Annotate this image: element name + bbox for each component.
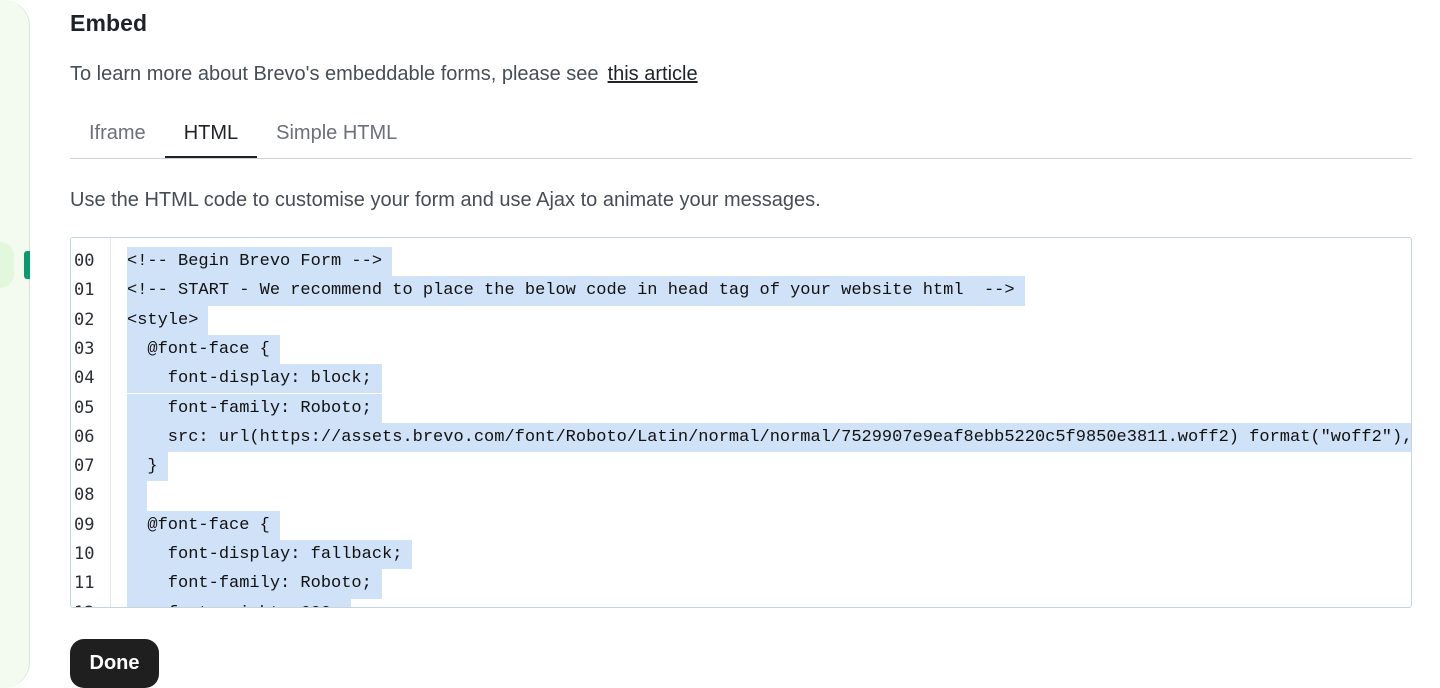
intro-text-row: To learn more about Brevo's embeddable f… — [70, 63, 698, 86]
line-number: 10 — [74, 544, 95, 564]
code-line-text: src: url(https://assets.brevo.com/font/R… — [127, 422, 1411, 453]
line-number: 07 — [74, 456, 95, 477]
line-number: 03 — [74, 338, 95, 359]
line-number: 00 — [74, 251, 95, 271]
code-line-text: font-display: fallback; — [127, 540, 413, 570]
code-line-text: <!-- Begin Brevo Form --> — [127, 247, 393, 277]
code-line: font-display: block; — [127, 364, 382, 394]
tab-html[interactable]: HTML — [164, 112, 258, 158]
line-number: 01 — [74, 280, 95, 301]
code-line: src: url(https://assets.brevo.com/font/R… — [127, 422, 1411, 453]
line-number: 12 — [74, 599, 94, 607]
done-button[interactable]: Done — [70, 639, 159, 688]
code-line: font-weight: 600; — [127, 598, 352, 607]
this-article-link[interactable]: this article — [608, 63, 698, 85]
code-line-text — [127, 481, 148, 511]
embed-tabs: Iframe HTML Simple HTML — [70, 112, 1412, 159]
code-line: @font-face { — [127, 510, 280, 540]
sidebar-edge — [0, 0, 30, 688]
tab-simple-html[interactable]: Simple HTML — [257, 112, 416, 158]
code-line-text: font-family: Roboto; — [127, 569, 382, 599]
line-number: 08 — [74, 485, 95, 506]
code-line: @font-face { — [127, 334, 280, 365]
code-line-text: } — [127, 452, 168, 482]
code-line-text: @font-face { — [127, 334, 280, 365]
line-number: 04 — [74, 368, 95, 389]
line-number: 05 — [74, 397, 95, 418]
code-line: font-family: Roboto; — [127, 393, 382, 423]
code-line-text: <!-- START - We recommend to place the b… — [127, 276, 1025, 306]
code-line: <!-- START - We recommend to place the b… — [127, 276, 1025, 306]
code-line: <style> — [127, 305, 209, 335]
line-number: 11 — [74, 573, 95, 594]
code-line: font-display: fallback; — [127, 540, 413, 570]
code-line: font-family: Roboto; — [127, 569, 382, 599]
code-editor[interactable]: 00 01 02 03 04 05 06 07 08 09 10 11 12 <!-- Begin Br… — [70, 237, 1412, 608]
code-line-text: @font-face { — [127, 510, 280, 540]
intro-text: To learn more about Brevo's embeddable f… — [70, 63, 599, 85]
code-line — [127, 481, 148, 511]
code-line-text: <style> — [127, 305, 209, 335]
code-line-text: font-family: Roboto; — [127, 393, 382, 423]
line-number: 06 — [74, 426, 95, 447]
line-number: 09 — [74, 514, 95, 535]
code-line-text: font-weight: 600; — [127, 598, 352, 607]
tab-iframe[interactable]: Iframe — [70, 112, 165, 158]
code-line: } — [127, 452, 168, 482]
section-title: Embed — [70, 10, 148, 36]
line-number: 02 — [74, 309, 95, 330]
tab-description: Use the HTML code to customise your form… — [70, 189, 821, 211]
sidebar-active-indicator — [24, 251, 30, 279]
code-line: <!-- Begin Brevo Form --> — [127, 247, 393, 277]
code-line-text: font-display: block; — [127, 364, 382, 394]
line-number-gutter: 00 01 02 03 04 05 06 07 08 09 10 11 12 — [71, 238, 111, 607]
sidebar-active-item[interactable] — [0, 242, 14, 288]
